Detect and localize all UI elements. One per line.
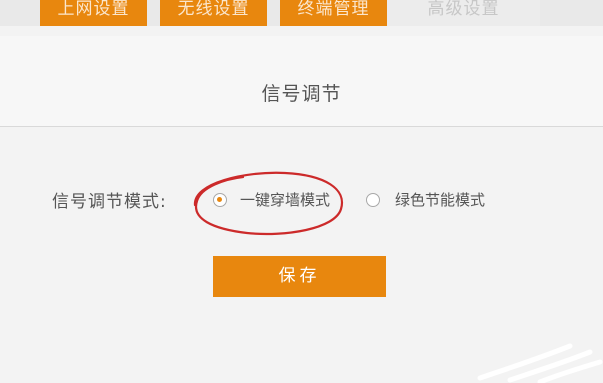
- signal-mode-label: 信号调节模式:: [52, 192, 167, 212]
- radio-label-green-energy[interactable]: 绿色节能模式: [395, 189, 485, 210]
- tab-label: 上网设置: [57, 0, 130, 19]
- tab-label: 终端管理: [297, 0, 370, 19]
- corner-scribble: [477, 343, 603, 383]
- tab-advanced-settings[interactable]: 高级设置: [387, 0, 540, 26]
- page-title: 信号调节: [261, 83, 342, 105]
- router-settings-window: 上网设置 无线设置 终端管理 高级设置 信号调节 信号调节模式: 一键穿墙模式 …: [0, 0, 603, 383]
- tab-internet-settings[interactable]: 上网设置: [40, 0, 147, 26]
- radio-green-energy-mode[interactable]: [366, 193, 380, 207]
- tab-label: 高级设置: [427, 0, 500, 19]
- save-button[interactable]: 保存: [213, 256, 386, 297]
- top-navigation: 上网设置 无线设置 终端管理 高级设置: [0, 0, 603, 26]
- tab-wireless-settings[interactable]: 无线设置: [160, 0, 267, 26]
- tab-label: 无线设置: [177, 0, 250, 19]
- radio-wall-penetration-mode[interactable]: [213, 193, 227, 207]
- radio-label-wall-penetration[interactable]: 一键穿墙模式: [240, 189, 330, 210]
- tab-device-management[interactable]: 终端管理: [280, 0, 387, 26]
